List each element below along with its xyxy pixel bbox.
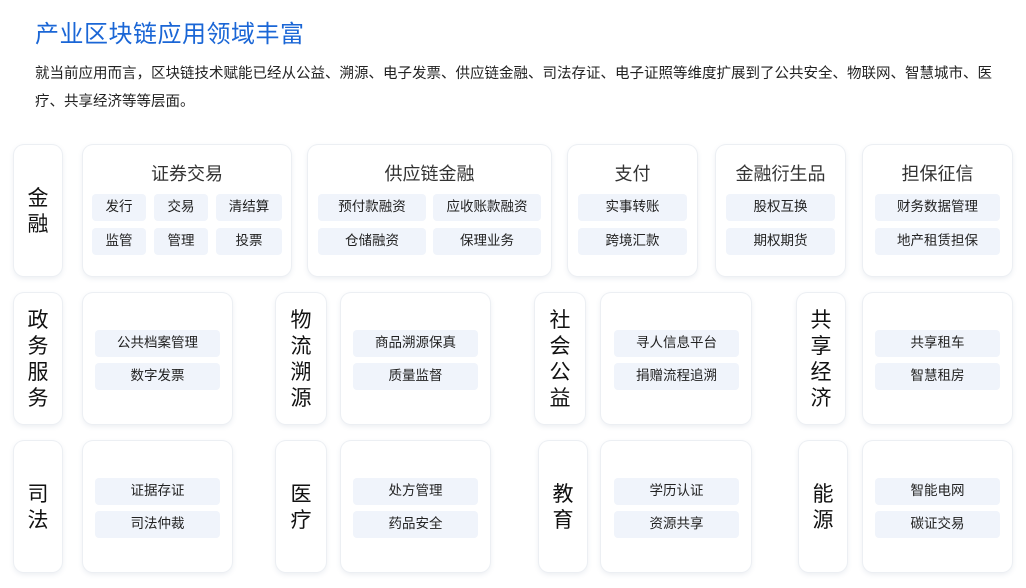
payment-card: 支付 实事转账 跨境汇款 (568, 145, 697, 276)
chip-regulation[interactable]: 监管 (92, 228, 146, 255)
supply-chain-title: 供应链金融 (384, 164, 475, 185)
charity-card: 寻人信息平台 捐赠流程追溯 (601, 293, 751, 424)
payment-title: 支付 (614, 164, 651, 185)
logistics-label: 物流溯源 (290, 307, 312, 410)
chip-receivables-financing[interactable]: 应收账款融资 (433, 194, 541, 221)
chip-property-lease[interactable]: 地产租赁担保 (875, 228, 1000, 255)
chip-missing-person[interactable]: 寻人信息平台 (614, 330, 739, 357)
chip-degree-cert[interactable]: 学历认证 (614, 478, 739, 505)
page-description: 就当前应用而言，区块链技术赋能已经从公益、溯源、电子发票、供应链金融、司法存证、… (35, 66, 992, 110)
logistics-label-card: 物流溯源 (276, 293, 326, 424)
chip-warehouse-financing[interactable]: 仓储融资 (318, 228, 426, 255)
finance-label: 金融 (27, 185, 49, 236)
chip-voting[interactable]: 投票 (216, 228, 282, 255)
finance-label-card: 金融 (14, 145, 62, 276)
chip-donation-tracing[interactable]: 捐赠流程追溯 (614, 363, 739, 390)
supply-chain-card: 供应链金融 预付款融资 应收账款融资 仓储融资 保理业务 (308, 145, 551, 276)
gov-card: 公共档案管理 数字发票 (83, 293, 232, 424)
chip-remittance[interactable]: 跨境汇款 (578, 228, 687, 255)
charity-label-card: 社会公益 (535, 293, 585, 424)
medical-label: 医疗 (290, 481, 312, 532)
judicial-card: 证据存证 司法仲裁 (83, 441, 232, 572)
logistics-card: 商品溯源保真 质量监督 (341, 293, 490, 424)
energy-card: 智能电网 碳证交易 (863, 441, 1012, 572)
securities-card: 证券交易 发行 交易 清结算 监管 管理 投票 (83, 145, 291, 276)
chip-product-traceability[interactable]: 商品溯源保真 (353, 330, 478, 357)
sharing-card: 共享租车 智慧租房 (863, 293, 1012, 424)
chip-prescription[interactable]: 处方管理 (353, 478, 478, 505)
chip-options-futures[interactable]: 期权期货 (726, 228, 835, 255)
chip-car-sharing[interactable]: 共享租车 (875, 330, 1000, 357)
chip-smart-grid[interactable]: 智能电网 (875, 478, 1000, 505)
chip-smart-rental[interactable]: 智慧租房 (875, 363, 1000, 390)
chip-drug-safety[interactable]: 药品安全 (353, 511, 478, 538)
education-label: 教育 (552, 481, 574, 532)
education-card: 学历认证 资源共享 (601, 441, 751, 572)
energy-label-card: 能源 (799, 441, 847, 572)
guarantee-title: 担保征信 (901, 164, 974, 185)
chip-factoring[interactable]: 保理业务 (433, 228, 541, 255)
chip-transfer[interactable]: 实事转账 (578, 194, 687, 221)
medical-label-card: 医疗 (276, 441, 326, 572)
gov-label-card: 政务服务 (14, 293, 62, 424)
chip-quality-supervision[interactable]: 质量监督 (353, 363, 478, 390)
chip-evidence-storage[interactable]: 证据存证 (95, 478, 220, 505)
chip-issue[interactable]: 发行 (92, 194, 146, 221)
chip-arbitration[interactable]: 司法仲裁 (95, 511, 220, 538)
charity-label: 社会公益 (549, 307, 571, 410)
chip-equity-swap[interactable]: 股权互换 (726, 194, 835, 221)
guarantee-card: 担保征信 财务数据管理 地产租赁担保 (863, 145, 1012, 276)
page-title: 产业区块链应用领域丰富 (35, 20, 305, 48)
chip-clearing[interactable]: 清结算 (216, 194, 282, 221)
gov-label: 政务服务 (27, 307, 49, 410)
derivatives-title: 金融衍生品 (735, 164, 826, 185)
chip-financial-data[interactable]: 财务数据管理 (875, 194, 1000, 221)
medical-card: 处方管理 药品安全 (341, 441, 490, 572)
chip-carbon-trading[interactable]: 碳证交易 (875, 511, 1000, 538)
securities-title: 证券交易 (151, 164, 223, 185)
energy-label: 能源 (812, 481, 834, 532)
chip-management[interactable]: 管理 (154, 228, 208, 255)
sharing-label-card: 共享经济 (797, 293, 845, 424)
judicial-label-card: 司法 (14, 441, 62, 572)
chip-digital-invoice[interactable]: 数字发票 (95, 363, 220, 390)
judicial-label: 司法 (27, 481, 49, 532)
sharing-label: 共享经济 (810, 307, 832, 410)
chip-public-archives[interactable]: 公共档案管理 (95, 330, 220, 357)
chip-prepayment-financing[interactable]: 预付款融资 (318, 194, 426, 221)
chip-trade[interactable]: 交易 (154, 194, 208, 221)
chip-resource-sharing[interactable]: 资源共享 (614, 511, 739, 538)
derivatives-card: 金融衍生品 股权互换 期权期货 (716, 145, 845, 276)
education-label-card: 教育 (539, 441, 587, 572)
